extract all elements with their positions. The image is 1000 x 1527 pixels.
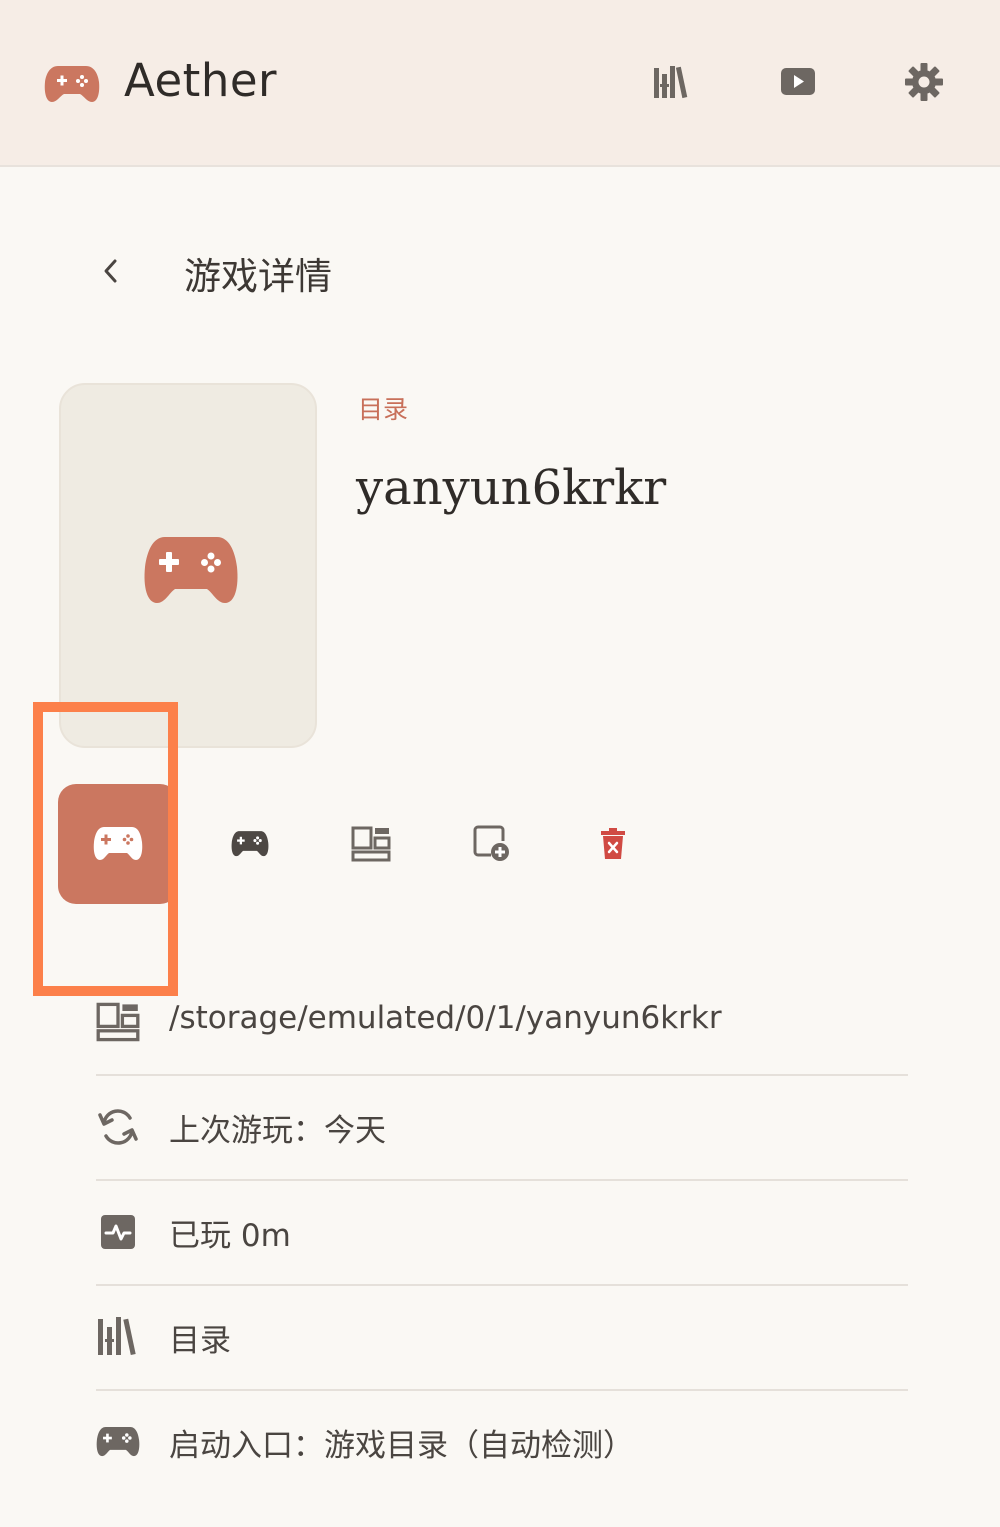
add-window-icon: [473, 825, 509, 861]
play-icon: [781, 68, 815, 95]
play-button[interactable]: [770, 54, 826, 110]
launch-game-button[interactable]: [58, 784, 178, 904]
library-button[interactable]: [644, 54, 700, 110]
gamepad-icon: [96, 1427, 140, 1457]
chevron-left-icon: [104, 259, 117, 283]
back-button[interactable]: [90, 246, 134, 296]
game-cover: [59, 383, 317, 748]
trash-icon: [601, 828, 625, 859]
gear-icon: [905, 63, 943, 101]
library-icon: [654, 66, 688, 99]
directory-button[interactable]: [311, 784, 431, 904]
launch-entry-text: 启动入口：游戏目录（自动检测）: [169, 1428, 634, 1464]
add-shortcut-button[interactable]: [432, 784, 552, 904]
layout-icon: [351, 826, 391, 862]
gamepad-icon: [93, 827, 143, 860]
info-row-launch-entry: 启动入口：游戏目录（自动检测）: [96, 1390, 908, 1494]
app-title: Aether: [124, 54, 278, 107]
refresh-icon: [98, 1109, 138, 1145]
page-title: 游戏详情: [184, 255, 332, 298]
app-header: Aether: [0, 0, 1000, 167]
info-row-played-time: 已玩 0m: [96, 1180, 908, 1286]
layout-icon: [96, 1002, 140, 1042]
info-row-last-played: 上次游玩：今天: [96, 1075, 908, 1181]
info-row-category: 目录: [96, 1285, 908, 1391]
delete-button[interactable]: [553, 784, 673, 904]
controller-button[interactable]: [190, 784, 310, 904]
activity-icon: [101, 1215, 135, 1249]
gamepad-icon: [231, 831, 269, 857]
library-icon: [98, 1317, 136, 1356]
category-text: 目录: [169, 1323, 231, 1359]
last-played-text: 上次游玩：今天: [169, 1113, 386, 1149]
game-name: yanyun6krkr: [356, 460, 667, 516]
settings-button[interactable]: [896, 54, 952, 110]
game-path: /storage/emulated/0/1/yanyun6krkr: [169, 1000, 722, 1036]
gamepad-icon: [144, 537, 238, 603]
category-label: 目录: [358, 395, 409, 424]
played-time-text: 已玩 0m: [169, 1218, 291, 1254]
info-row-path: /storage/emulated/0/1/yanyun6krkr: [96, 970, 908, 1076]
app-logo-gamepad-icon: [44, 58, 100, 108]
